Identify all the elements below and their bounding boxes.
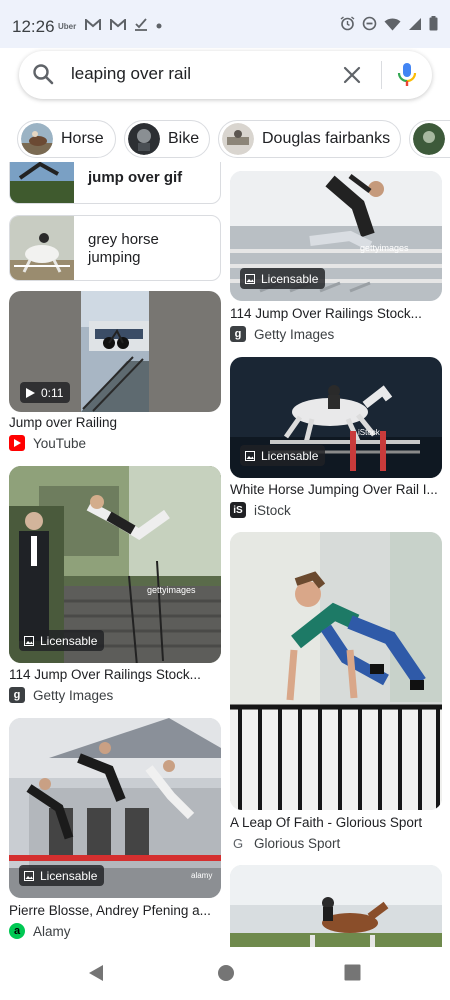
home-icon[interactable] bbox=[217, 964, 235, 987]
licensable-label: Licensable bbox=[40, 633, 98, 648]
notification-icons: Uber bbox=[58, 17, 162, 34]
status-bar: 12:26 Uber bbox=[0, 0, 450, 48]
download-check-icon bbox=[135, 18, 148, 34]
licensable-label: Licensable bbox=[261, 271, 319, 286]
chip-label: Horse bbox=[61, 130, 104, 147]
result-source[interactable]: g Getty Images bbox=[9, 687, 113, 703]
battery-icon bbox=[429, 16, 438, 36]
istock-icon: iS bbox=[230, 502, 246, 518]
image-result-thumbnail[interactable]: iStock Licensable bbox=[230, 357, 442, 478]
back-icon[interactable] bbox=[87, 964, 105, 987]
image-icon bbox=[245, 450, 255, 461]
chip-label: Douglas fairbanks bbox=[262, 130, 391, 147]
gmail-icon bbox=[85, 17, 102, 34]
search-divider bbox=[381, 61, 382, 89]
related-search-line2: jumping bbox=[88, 249, 141, 266]
play-icon bbox=[25, 387, 35, 398]
related-search-label: jump over gif bbox=[88, 169, 183, 186]
image-result-thumbnail[interactable]: alamy Licensable bbox=[9, 718, 221, 898]
image-icon bbox=[24, 635, 34, 646]
result-source-name: YouTube bbox=[33, 435, 87, 451]
image-result-thumbnail[interactable]: gettyimages Licensable bbox=[230, 171, 442, 301]
dnd-icon bbox=[362, 16, 377, 36]
search-icon[interactable] bbox=[32, 63, 54, 90]
licensable-badge: Licensable bbox=[240, 268, 326, 289]
youtube-icon bbox=[9, 435, 25, 451]
search-input[interactable] bbox=[69, 63, 333, 85]
licensable-badge: Licensable bbox=[19, 865, 105, 886]
status-time: 12:26 bbox=[12, 17, 55, 36]
result-source-name: Getty Images bbox=[33, 687, 114, 703]
result-source-name: Glorious Sport bbox=[254, 835, 341, 851]
related-search-line1: grey horse bbox=[88, 231, 159, 248]
licensable-badge: Licensable bbox=[19, 630, 105, 651]
video-duration-badge: 0:11 bbox=[20, 382, 71, 403]
svg-text:gettyimages: gettyimages bbox=[360, 243, 409, 253]
related-search-card[interactable]: jump over gif bbox=[9, 162, 221, 204]
wifi-icon bbox=[384, 17, 401, 36]
chip-label: Bike bbox=[168, 130, 200, 147]
result-title[interactable]: Jump over Railing bbox=[9, 415, 117, 430]
system-icons bbox=[340, 16, 438, 36]
chip-douglas-fairbanks-thumbnail bbox=[222, 123, 254, 155]
search-bar[interactable] bbox=[19, 51, 432, 99]
result-title[interactable]: White Horse Jumping Over Rail I... bbox=[230, 482, 438, 497]
chip-horse-thumbnail bbox=[21, 123, 53, 155]
result-source[interactable]: YouTube bbox=[9, 435, 86, 451]
svg-text:alamy: alamy bbox=[191, 871, 212, 880]
result-title[interactable]: A Leap Of Faith - Glorious Sport bbox=[230, 815, 422, 830]
chip-bike[interactable]: Bike bbox=[124, 120, 210, 158]
clear-icon[interactable] bbox=[342, 65, 362, 85]
chip-partial[interactable] bbox=[409, 120, 450, 158]
chip-horse[interactable]: Horse bbox=[17, 120, 116, 158]
recents-icon[interactable] bbox=[344, 964, 361, 986]
licensable-label: Licensable bbox=[40, 868, 98, 883]
system-navigation-bar bbox=[0, 947, 450, 1000]
result-source-name: Alamy bbox=[33, 923, 71, 939]
image-icon bbox=[245, 273, 255, 284]
result-source-name: iStock bbox=[254, 502, 291, 518]
getty-images-icon: g bbox=[230, 326, 246, 342]
image-result-thumbnail[interactable] bbox=[230, 865, 442, 947]
chip-douglas-fairbanks[interactable]: Douglas fairbanks bbox=[218, 120, 401, 158]
video-duration: 0:11 bbox=[41, 385, 64, 400]
licensable-badge: Licensable bbox=[240, 445, 326, 466]
image-results-grid: jump over gif grey horse jumping 0:11 Ju… bbox=[0, 162, 450, 947]
result-source[interactable]: G Glorious Sport bbox=[230, 835, 340, 851]
related-search-card[interactable]: grey horse jumping bbox=[9, 215, 221, 281]
chip-bike-thumbnail bbox=[128, 123, 160, 155]
getty-images-icon: g bbox=[9, 687, 25, 703]
signal-icon bbox=[408, 17, 422, 36]
microphone-icon[interactable] bbox=[396, 62, 418, 88]
result-title[interactable]: 114 Jump Over Railings Stock... bbox=[230, 306, 422, 321]
result-source[interactable]: g Getty Images bbox=[230, 326, 334, 342]
svg-text:iStock: iStock bbox=[358, 428, 381, 437]
video-result-thumbnail[interactable]: 0:11 bbox=[9, 291, 221, 412]
licensable-label: Licensable bbox=[261, 448, 319, 463]
result-source[interactable]: iS iStock bbox=[230, 502, 291, 518]
alamy-icon: a bbox=[9, 923, 25, 939]
result-source[interactable]: a Alamy bbox=[9, 923, 71, 939]
gmail-icon bbox=[110, 17, 127, 34]
glorious-sport-icon: G bbox=[230, 835, 246, 851]
alarm-icon bbox=[340, 16, 355, 36]
related-search-thumbnail bbox=[10, 216, 74, 280]
related-search-chips: Horse Bike Douglas fairbanks bbox=[0, 120, 450, 162]
image-result-thumbnail[interactable] bbox=[230, 532, 442, 810]
result-source-name: Getty Images bbox=[254, 326, 335, 342]
image-icon bbox=[24, 870, 34, 881]
result-title[interactable]: Pierre Blosse, Andrey Pfening a... bbox=[9, 903, 211, 918]
uber-icon: Uber bbox=[58, 21, 77, 31]
dot-icon bbox=[156, 20, 162, 32]
svg-text:gettyimages: gettyimages bbox=[147, 585, 196, 595]
related-search-thumbnail bbox=[10, 162, 74, 203]
chip-partial-thumbnail bbox=[413, 123, 445, 155]
related-search-label: grey horse jumping bbox=[88, 231, 159, 267]
result-title[interactable]: 114 Jump Over Railings Stock... bbox=[9, 667, 201, 682]
image-result-thumbnail[interactable]: gettyimages Licensable bbox=[9, 466, 221, 663]
